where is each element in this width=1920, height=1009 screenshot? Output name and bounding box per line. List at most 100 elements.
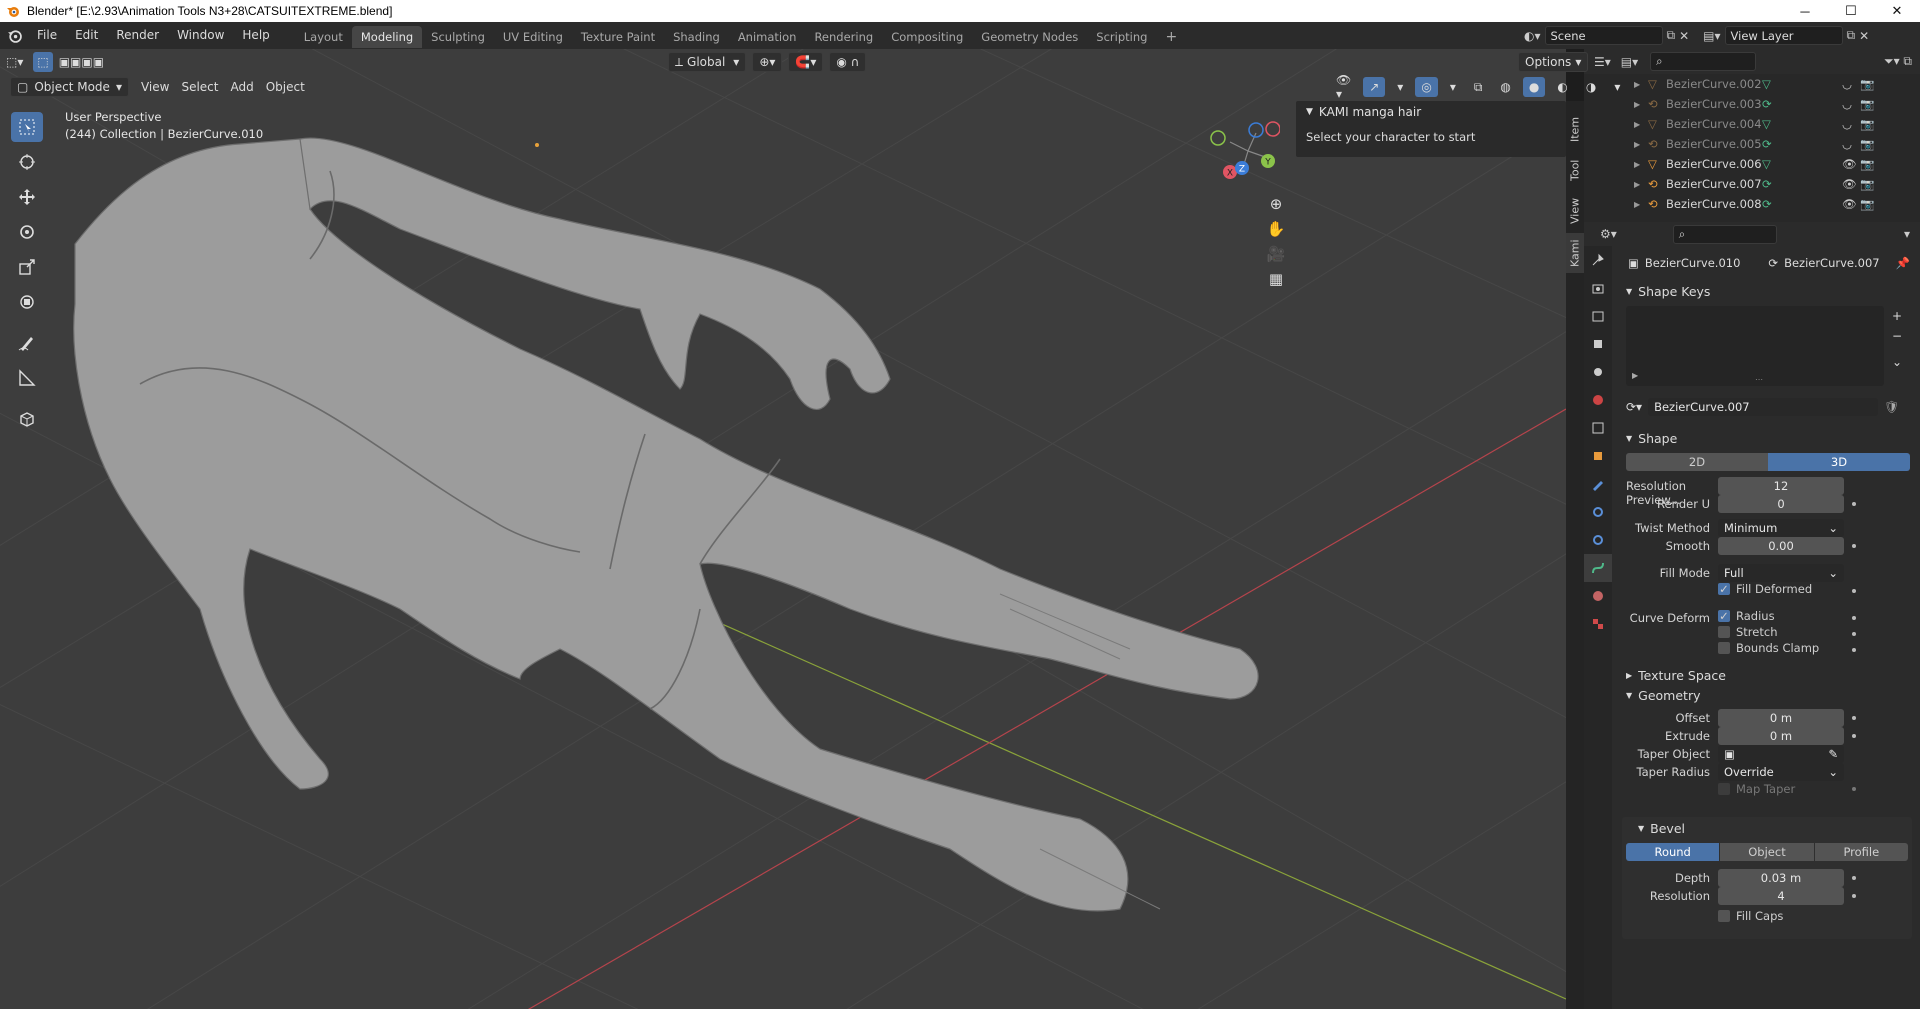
taper-object-field[interactable]: ▣ ✎ — [1718, 745, 1844, 763]
outliner-search-input[interactable]: ⌕ — [1650, 52, 1757, 71]
editor-type-icon[interactable]: ⬚▾ — [0, 52, 29, 72]
extrude-field[interactable]: 0 m — [1718, 727, 1844, 745]
menu-render[interactable]: Render — [107, 22, 168, 49]
outliner-row[interactable]: ▶ ⟲ BezierCurve.003 ⟳ ◡ 📷 — [1634, 94, 1920, 114]
eye-open-icon[interactable]: 👁 — [1842, 197, 1860, 211]
material-tab-icon[interactable] — [1584, 582, 1612, 610]
keyframe-dot-icon[interactable] — [1852, 787, 1856, 791]
radius-checkbox[interactable]: ✓ Radius — [1718, 609, 1775, 623]
view-layer-tab-icon[interactable] — [1584, 330, 1612, 358]
tab-shading[interactable]: Shading — [664, 26, 729, 48]
collection-tab-icon[interactable] — [1584, 414, 1612, 442]
bevel-object-button[interactable]: Object — [1720, 843, 1814, 861]
taper-radius-dropdown[interactable]: Override ⌄ — [1718, 763, 1844, 781]
maximize-button[interactable]: ☐ — [1828, 0, 1874, 22]
tab-texture-paint[interactable]: Texture Paint — [572, 26, 664, 48]
texture-tab-icon[interactable] — [1584, 610, 1612, 638]
twist-method-dropdown[interactable]: Minimum ⌄ — [1718, 519, 1844, 537]
scene-browse-icon[interactable]: ◐▾ — [1524, 29, 1541, 43]
3d-viewport[interactable] — [0, 49, 1566, 1009]
object-tab-icon[interactable] — [1584, 442, 1612, 470]
cursor-tool-icon[interactable] — [11, 147, 43, 177]
tab-sculpting[interactable]: Sculpting — [422, 26, 494, 48]
camera-icon[interactable]: 📷 — [1860, 177, 1874, 191]
new-scene-icon[interactable]: ⧉ — [1667, 28, 1676, 43]
rendered-shading-icon[interactable]: ◑ — [1580, 77, 1602, 97]
eye-open-icon[interactable]: 👁 — [1842, 177, 1860, 191]
physics-tab-icon[interactable] — [1584, 526, 1612, 554]
shading-dropdown-icon[interactable]: ▾ — [1608, 77, 1626, 97]
stretch-checkbox[interactable]: Stretch — [1718, 625, 1777, 639]
tab-compositing[interactable]: Compositing — [882, 26, 972, 48]
select-box-tool-icon[interactable] — [11, 112, 43, 142]
resolution-preview-field[interactable]: 12 — [1718, 477, 1844, 495]
gizmo-toggle-icon[interactable]: ↗ — [1363, 77, 1386, 97]
unlink-view-layer-icon[interactable]: ✕ — [1859, 29, 1869, 43]
annotate-tool-icon[interactable] — [11, 328, 43, 358]
expand-arrow-icon[interactable]: ▶ — [1634, 180, 1648, 189]
eye-closed-icon[interactable]: ◡ — [1842, 97, 1860, 111]
keyframe-dot-icon[interactable] — [1852, 632, 1856, 636]
camera-icon[interactable]: 📷 — [1860, 197, 1874, 211]
select-box-mode-icon[interactable]: ⬚ — [33, 51, 53, 72]
eyedropper-icon[interactable]: ✎ — [1828, 747, 1838, 761]
expand-arrow-icon[interactable]: ▶ — [1634, 100, 1648, 109]
menu-add[interactable]: Add — [224, 77, 259, 97]
tab-geometry-nodes[interactable]: Geometry Nodes — [972, 26, 1087, 48]
add-cube-tool-icon[interactable] — [11, 404, 43, 434]
blender-menu-icon[interactable] — [0, 28, 28, 43]
fill-deformed-checkbox[interactable]: ✓ Fill Deformed — [1718, 582, 1812, 596]
kami-panel-header[interactable]: ▼ KAMI manga hair — [1296, 101, 1566, 123]
outliner-row[interactable]: ▶ ⟲ BezierCurve.008 ⟳ 👁 📷 — [1634, 194, 1920, 214]
add-workspace-button[interactable]: + — [1156, 26, 1186, 48]
curve-data-tab-icon[interactable] — [1584, 554, 1612, 582]
transform-tool-icon[interactable] — [11, 287, 43, 317]
mode-dropdown[interactable]: ▢ Object Mode ▾ — [10, 76, 129, 97]
new-view-layer-icon[interactable]: ⧉ — [1847, 28, 1856, 43]
measure-tool-icon[interactable] — [11, 363, 43, 393]
keyframe-dot-icon[interactable] — [1852, 589, 1856, 593]
outliner-row[interactable]: ▶ ▽ BezierCurve.002 ▽ ◡ 📷 — [1634, 74, 1920, 94]
gizmo-dropdown-icon[interactable]: ▾ — [1391, 77, 1409, 97]
options-dropdown[interactable]: Options ▾ — [1518, 52, 1589, 72]
properties-search-input[interactable]: ⌕ — [1672, 224, 1777, 244]
visibility-icon[interactable]: 👁▾ — [1330, 73, 1357, 101]
wireframe-shading-icon[interactable]: ◍ — [1494, 77, 1516, 97]
keyframe-dot-icon[interactable] — [1852, 648, 1856, 652]
keyframe-dot-icon[interactable] — [1852, 734, 1856, 738]
pan-hand-icon[interactable]: ✋ — [1267, 220, 1286, 238]
shape-key-menu-icon[interactable]: ⌄ — [1892, 355, 1902, 369]
keyframe-dot-icon[interactable] — [1852, 876, 1856, 880]
keyframe-dot-icon[interactable] — [1852, 502, 1856, 506]
menu-help[interactable]: Help — [233, 22, 278, 49]
fill-mode-dropdown[interactable]: Full ⌄ — [1718, 564, 1844, 582]
eye-closed-icon[interactable]: ◡ — [1842, 117, 1860, 131]
properties-editor-icon[interactable]: ⚙▾ — [1600, 227, 1617, 241]
camera-icon[interactable]: 📷 — [1860, 157, 1874, 171]
rotate-tool-icon[interactable] — [11, 217, 43, 247]
depth-field[interactable]: 0.03 m — [1718, 869, 1844, 887]
camera-icon[interactable]: 📷 — [1860, 97, 1874, 111]
expand-arrow-icon[interactable]: ▶ — [1634, 120, 1648, 129]
outliner-row[interactable]: ▶ ▽ BezierCurve.004 ▽ ◡ 📷 — [1634, 114, 1920, 134]
texture-space-header[interactable]: ▶ Texture Space — [1626, 665, 1726, 685]
bevel-header[interactable]: ▼ Bevel — [1622, 817, 1912, 839]
overlay-toggle-icon[interactable]: ◎ — [1415, 77, 1438, 97]
bevel-round-button[interactable]: Round — [1626, 843, 1720, 861]
scene-field[interactable]: Scene — [1544, 26, 1663, 45]
tab-kami[interactable]: Kami — [1566, 233, 1584, 273]
fake-user-icon[interactable]: 🛡 — [1884, 400, 1899, 414]
modifier-tab-icon[interactable] — [1584, 470, 1612, 498]
render-u-field[interactable]: 0 — [1718, 495, 1844, 513]
pivot-point-dropdown[interactable]: ⊕▾ — [752, 52, 783, 72]
menu-file[interactable]: File — [28, 22, 66, 49]
remove-shape-key-icon[interactable]: − — [1892, 329, 1902, 343]
resolution-field[interactable]: 4 — [1718, 887, 1844, 905]
menu-object[interactable]: Object — [260, 77, 311, 97]
transform-orientation-dropdown[interactable]: ⟂ Global ▾ — [668, 52, 747, 72]
unlink-scene-icon[interactable]: ✕ — [1679, 29, 1689, 43]
tab-uv-editing[interactable]: UV Editing — [494, 26, 572, 48]
3d-button[interactable]: 3D — [1768, 453, 1910, 471]
scene-tab-icon[interactable] — [1584, 358, 1612, 386]
bounds-clamp-checkbox[interactable]: Bounds Clamp — [1718, 641, 1819, 655]
